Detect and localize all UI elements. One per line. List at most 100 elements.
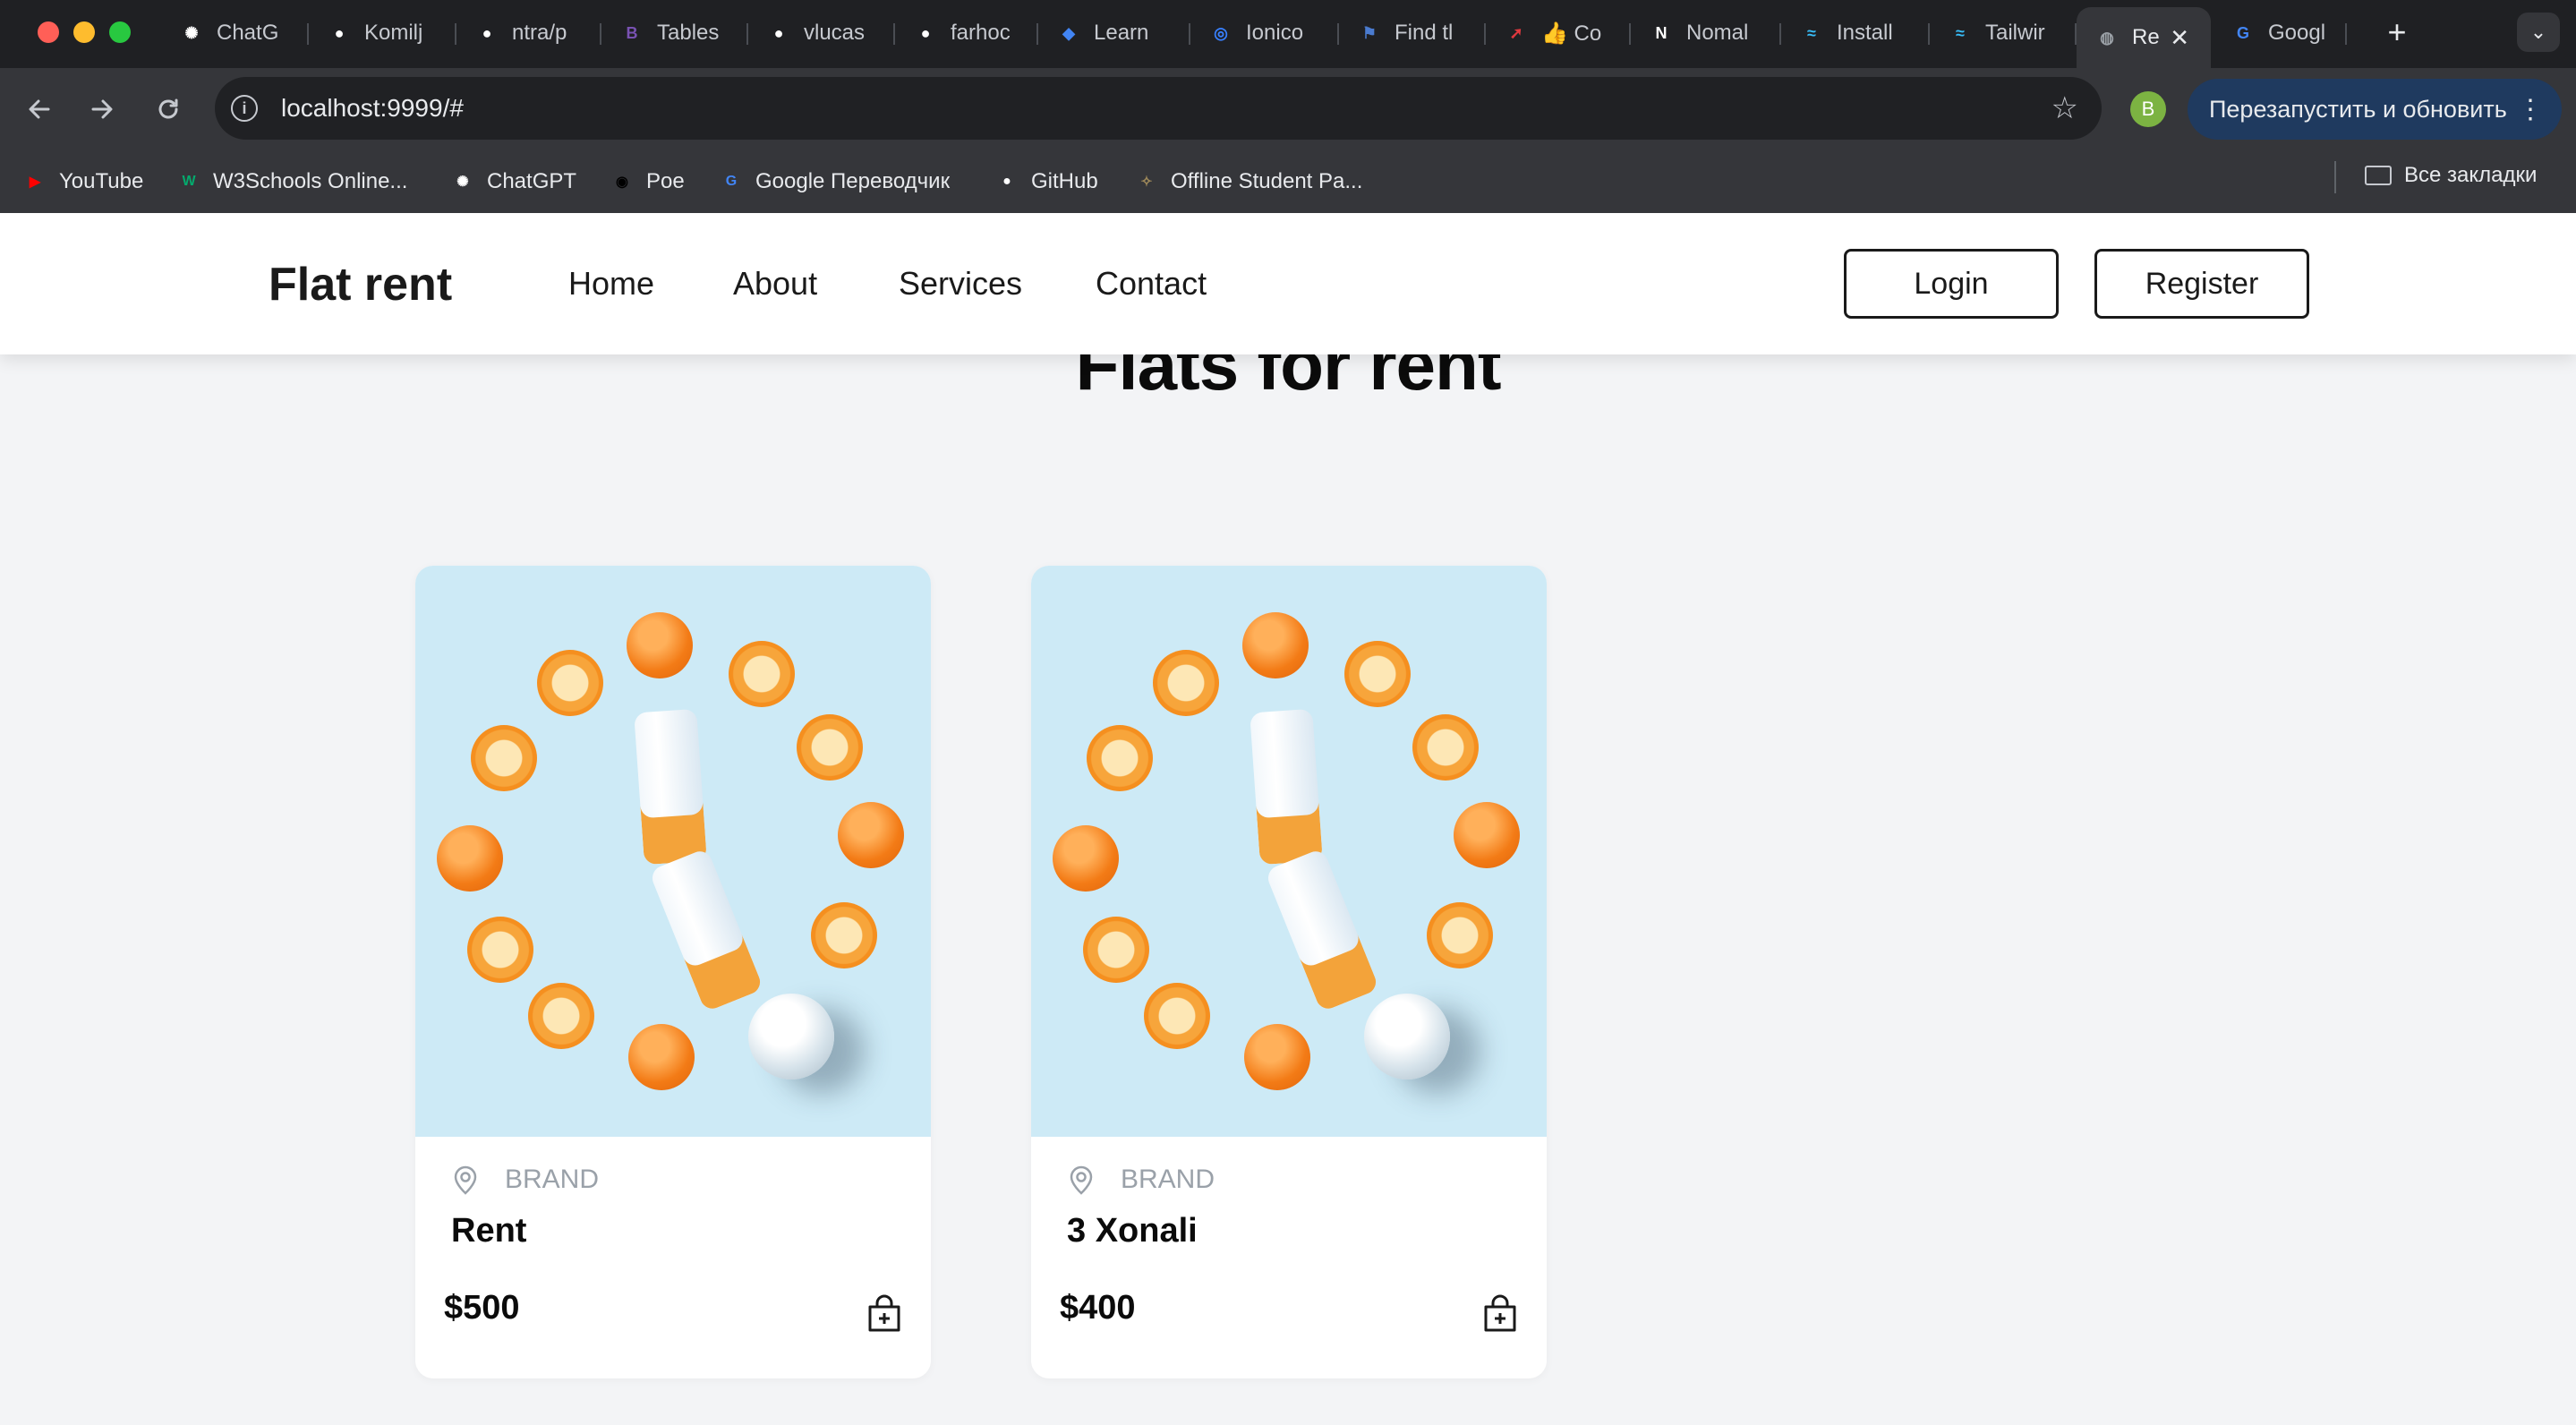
browser-tab[interactable]: ● farhoc <box>895 9 1038 57</box>
reload-button[interactable] <box>147 88 190 131</box>
browser-toolbar: i localhost:9999/# ☆ B Перезапустить и о… <box>0 68 2576 150</box>
bookmark-label: Poe <box>646 169 685 193</box>
orange-whole <box>1244 1024 1310 1090</box>
github-icon: ● <box>334 23 345 42</box>
drink-can <box>1250 708 1323 866</box>
bootstrap-icon: B <box>626 23 638 42</box>
tab-label: Learn <box>1094 21 1149 45</box>
login-button[interactable]: Login <box>1844 249 2059 319</box>
github-icon: ● <box>1002 174 1011 189</box>
orange-slice <box>471 725 537 791</box>
orange-slice <box>1144 983 1210 1049</box>
site-info-icon[interactable]: i <box>231 95 258 122</box>
orange-whole <box>1454 802 1520 868</box>
drink-glass <box>1364 994 1450 1079</box>
bookmark-item[interactable]: ✧ Offline Student Pa... <box>1133 163 1362 201</box>
browser-tab-strip: ✺ ChatG ● Komilj ● ntra/p B Tables ● vlucas ● farho… <box>0 0 2576 68</box>
flat-card[interactable]: BRAND Rent $500 <box>415 566 931 1378</box>
close-window-button[interactable] <box>38 21 59 43</box>
browser-tab[interactable]: ● ntra/p <box>456 9 601 57</box>
orange-slice <box>811 902 877 968</box>
bookmark-item[interactable]: ◉ Poe <box>609 163 685 201</box>
card-brand: BRAND <box>1121 1165 1215 1194</box>
minimize-window-button[interactable] <box>73 21 95 43</box>
site-header: Flat rent Home About Services Contact Lo… <box>0 213 2576 354</box>
browser-tab[interactable]: ≈ Install <box>1781 9 1930 57</box>
github-icon: ● <box>773 23 784 42</box>
browser-tab[interactable]: ◆ Learn <box>1038 9 1190 57</box>
drink-can <box>1264 848 1380 1012</box>
flag-icon: ⚑ <box>1361 23 1378 42</box>
browser-tab[interactable]: G Googl <box>2213 9 2347 57</box>
bookmark-item[interactable]: ● GitHub <box>994 163 1098 201</box>
forward-button[interactable] <box>81 88 124 131</box>
w3schools-icon: W <box>182 174 196 189</box>
drink-glass <box>748 994 834 1079</box>
orange-slice <box>1427 902 1493 968</box>
orange-slice <box>537 650 603 716</box>
flat-card[interactable]: BRAND 3 Xonali $400 <box>1031 566 1547 1378</box>
browser-tab[interactable]: N Nomal <box>1631 9 1781 57</box>
card-title[interactable]: 3 Xonali <box>1067 1212 1198 1250</box>
more-menu-icon[interactable]: ⋮ <box>2517 94 2544 125</box>
bookmark-item[interactable]: W W3Schools Online... <box>175 163 407 201</box>
github-icon: ● <box>920 23 931 42</box>
flat-image <box>415 566 931 1137</box>
brand-row: BRAND <box>449 1164 599 1196</box>
browser-tab[interactable]: ◎ Ionico <box>1190 9 1339 57</box>
browser-tab[interactable]: ✺ ChatG <box>161 9 309 57</box>
profile-avatar[interactable]: B <box>2130 91 2166 127</box>
orange-slice <box>797 714 863 781</box>
nav-services-link[interactable]: Services <box>899 265 1022 303</box>
bookmark-star-icon[interactable]: ☆ <box>2051 90 2078 126</box>
orange-slice <box>1083 917 1149 983</box>
maximize-window-button[interactable] <box>109 21 131 43</box>
bookmarks-divider <box>2334 161 2336 193</box>
add-to-cart-icon[interactable] <box>1482 1294 1518 1334</box>
address-bar[interactable]: i localhost:9999/# ☆ <box>215 77 2102 140</box>
learn-icon: ◆ <box>1062 23 1075 42</box>
relaunch-update-label: Перезапустить и обновить <box>2209 95 2507 123</box>
bookmark-label: W3Schools Online... <box>213 169 408 193</box>
new-tab-button[interactable]: + <box>2377 13 2417 52</box>
tab-label: Re <box>2132 25 2160 49</box>
browser-tab[interactable]: ⚑ Find tl <box>1339 9 1486 57</box>
register-button[interactable]: Register <box>2094 249 2309 319</box>
tab-label: farhoc <box>951 21 1011 45</box>
nomal-icon: N <box>1655 23 1668 42</box>
google-translate-icon: G <box>725 174 738 189</box>
relaunch-update-button[interactable]: Перезапустить и обновить ⋮ <box>2188 79 2562 140</box>
url-text[interactable]: localhost:9999/# <box>281 94 464 123</box>
bookmark-item[interactable]: ▶ YouTube <box>21 163 143 201</box>
google-translate-icon: G <box>2236 23 2249 42</box>
back-button[interactable] <box>18 88 61 131</box>
browser-tab[interactable]: ≈ Tailwir <box>1930 9 2077 57</box>
chatgpt-icon: ✺ <box>184 23 199 42</box>
tab-label: Tables <box>657 21 720 45</box>
browser-tab[interactable]: ◍ Re ✕ <box>2077 7 2211 68</box>
tab-label: Nomal <box>1686 21 1749 45</box>
card-title[interactable]: Rent <box>451 1212 526 1250</box>
tab-label: Tailwir <box>1985 21 2045 45</box>
all-bookmarks-folder[interactable]: Все закладки <box>2365 163 2537 188</box>
add-to-cart-icon[interactable] <box>866 1294 902 1334</box>
close-tab-icon[interactable]: ✕ <box>2170 24 2189 52</box>
bookmark-item[interactable]: ✺ ChatGPT <box>449 163 576 201</box>
nav-contact-link[interactable]: Contact <box>1096 265 1207 303</box>
browser-tab[interactable]: B Tables <box>601 9 748 57</box>
tailwind-icon: ≈ <box>1807 23 1816 42</box>
tailwind-icon: ≈ <box>1956 23 1965 42</box>
site-logo[interactable]: Flat rent <box>269 258 452 311</box>
nav-about-link[interactable]: About <box>733 265 817 303</box>
bookmark-item[interactable]: G Google Переводчик <box>718 163 950 201</box>
tab-search-button[interactable]: ⌄ <box>2517 13 2560 52</box>
card-brand: BRAND <box>505 1165 600 1194</box>
compass-icon: ➚ <box>1509 23 1523 42</box>
browser-tab[interactable]: ➚ 👍 Co <box>1486 9 1631 57</box>
browser-tab[interactable]: ● vlucas <box>748 9 895 57</box>
location-pin-icon <box>1070 1165 1093 1195</box>
nav-home-link[interactable]: Home <box>568 265 654 303</box>
bookmark-label: Offline Student Pa... <box>1171 169 1363 193</box>
card-price: $400 <box>1060 1289 1136 1327</box>
browser-tab[interactable]: ● Komilj <box>309 9 456 57</box>
